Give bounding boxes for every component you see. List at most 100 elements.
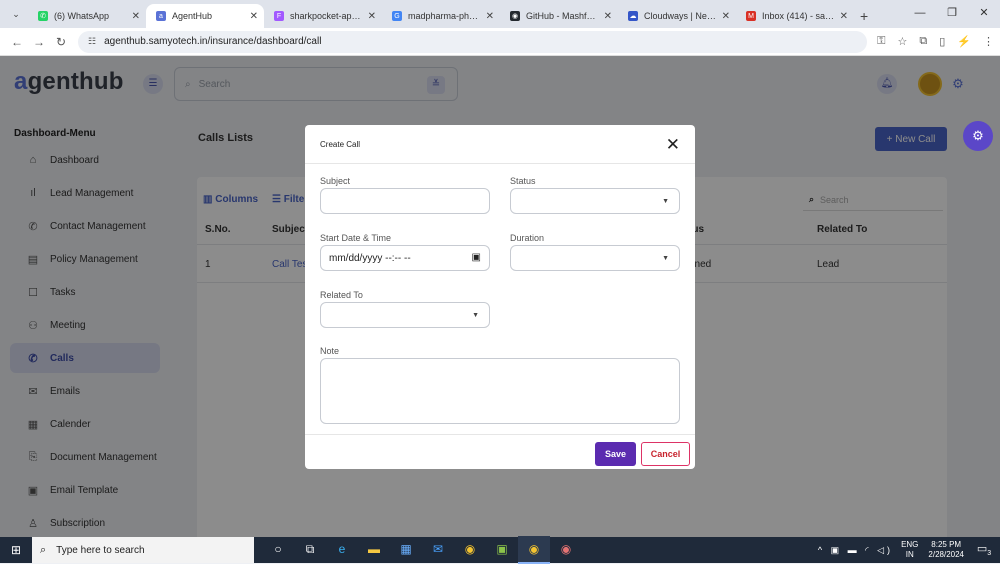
note-label: Note: [320, 346, 340, 356]
browser-tab[interactable]: a AgentHub ✕: [146, 4, 264, 28]
chrome-active-icon[interactable]: ◉: [518, 536, 550, 564]
chevron-down-icon: ▼: [662, 255, 669, 262]
url-field[interactable]: ☷ agenthub.samyotech.in/insurance/dashbo…: [78, 30, 868, 53]
calendar-icon[interactable]: ▣: [472, 252, 481, 263]
related-to-select[interactable]: ▼: [320, 302, 490, 328]
tab-title: Cloudways | Next-Ge: [644, 11, 718, 21]
tab-close-icon[interactable]: ✕: [840, 11, 848, 22]
tab-title: AgentHub: [172, 11, 213, 21]
tab-close-icon[interactable]: ✕: [250, 11, 258, 22]
related-to-label: Related To: [320, 290, 363, 300]
browser-tab[interactable]: ☁ Cloudways | Next-Ge ✕: [618, 4, 736, 28]
edge-icon[interactable]: e: [326, 536, 358, 564]
taskbar-search-placeholder: Type here to search: [56, 544, 145, 556]
address-bar-row: ← → ↻ ☷ agenthub.samyotech.in/insurance/…: [0, 28, 1000, 56]
window-controls: — ❐ ✕: [904, 0, 1000, 28]
duration-select[interactable]: ▼: [510, 245, 680, 271]
tab-title: madpharma-pharma: [408, 11, 482, 21]
chrome-icon[interactable]: ◉: [454, 536, 486, 564]
cancel-button[interactable]: Cancel: [641, 442, 690, 466]
browser-menu-icon[interactable]: ⋮: [983, 35, 994, 48]
reload-icon[interactable]: ↻: [50, 35, 72, 49]
chrome-profile-icon[interactable]: ◉: [550, 536, 582, 564]
mail-icon[interactable]: ✉: [422, 536, 454, 564]
start-datetime-label: Start Date & Time: [320, 233, 392, 243]
start-datetime-placeholder: mm/dd/yyyy --:-- --: [329, 252, 411, 264]
browser-tab-bar: ⌄ ✆ (6) WhatsApp ✕ a AgentHub ✕ Fsharkpocket-a…: [0, 0, 1000, 28]
browser-tab[interactable]: ◉ GitHub - Mashfooq/ ✕: [500, 4, 618, 28]
cortana-icon[interactable]: ○: [262, 536, 294, 564]
subject-label: Subject: [320, 176, 351, 186]
tab-close-icon[interactable]: ✕: [486, 11, 494, 22]
extensions-icon[interactable]: ⧉: [919, 35, 927, 48]
windows-taskbar: ⊞ ⌕ Type here to search ○ ⧉ e ▬ ▦ ✉ ◉ ▣ …: [0, 536, 1000, 564]
status-label: Status: [510, 176, 536, 186]
side-panel-icon[interactable]: ▯: [939, 35, 945, 48]
modal-header: Create Call ✕: [305, 125, 695, 164]
profile-extension-icon[interactable]: ⚡: [957, 35, 971, 48]
status-select[interactable]: ▼: [510, 188, 680, 214]
back-icon[interactable]: ←: [6, 35, 28, 49]
tab-favicon-icon: ✆: [38, 11, 48, 21]
tab-close-icon[interactable]: ✕: [368, 11, 376, 22]
site-info-icon[interactable]: ☷: [88, 36, 96, 47]
tab-favicon-icon: a: [156, 11, 166, 21]
bookmark-star-icon[interactable]: ☆: [898, 35, 908, 48]
clock[interactable]: 8:25 PM 2/28/2024: [928, 540, 964, 560]
clock-time: 8:25 PM: [931, 540, 962, 549]
close-icon[interactable]: ✕: [666, 136, 680, 153]
forward-icon[interactable]: →: [28, 35, 50, 49]
save-button[interactable]: Save: [595, 442, 636, 466]
tab-title: GitHub - Mashfooq/: [526, 11, 600, 21]
tab-favicon-icon: G: [392, 11, 402, 21]
browser-tab[interactable]: M Inbox (414) - samyo ✕: [736, 4, 854, 28]
tray-icons[interactable]: ^ ▣ ▬ ◜ ◁): [818, 545, 893, 556]
tab-favicon-icon: ◉: [510, 11, 520, 21]
tab-title: (6) WhatsApp: [54, 11, 110, 21]
tab-favicon-icon: ☁: [628, 11, 638, 21]
browser-tab[interactable]: ✆ (6) WhatsApp ✕: [28, 4, 146, 28]
system-tray: ^ ▣ ▬ ◜ ◁) ENG IN 8:25 PM 2/28/2024 ▭3: [818, 537, 1000, 563]
task-view-icon[interactable]: ⧉: [294, 536, 326, 564]
notif-count: 3: [987, 550, 992, 558]
chevron-down-icon: ▼: [662, 198, 669, 205]
lang-code: ENG: [901, 540, 919, 549]
tab-favicon-icon: F: [274, 11, 284, 21]
tab-search-chevron-icon[interactable]: ⌄: [4, 2, 28, 26]
chevron-down-icon: ▼: [472, 312, 479, 319]
note-textarea[interactable]: [320, 358, 680, 424]
taskbar-apps: ○ ⧉ e ▬ ▦ ✉ ◉ ▣ ◉ ◉: [262, 536, 582, 564]
modal-title: Create Call: [320, 139, 361, 149]
notification-center-icon[interactable]: ▭3: [974, 542, 994, 557]
tab-close-icon[interactable]: ✕: [604, 11, 612, 22]
create-call-modal: Create Call ✕ Subject Status ▼ Start Dat…: [305, 125, 695, 469]
restore-icon[interactable]: ❐: [936, 0, 968, 28]
url-text: agenthub.samyotech.in/insurance/dashboar…: [104, 36, 322, 47]
password-key-icon[interactable]: ⚿: [877, 35, 885, 48]
duration-label: Duration: [510, 233, 545, 243]
store-icon[interactable]: ▦: [390, 536, 422, 564]
windows-start-icon[interactable]: ⊞: [0, 543, 32, 557]
search-icon: ⌕: [40, 543, 47, 556]
tab-favicon-icon: M: [746, 11, 756, 21]
floating-settings-icon[interactable]: ⚙: [963, 121, 993, 151]
tab-close-icon[interactable]: ✕: [132, 11, 140, 22]
close-window-icon[interactable]: ✕: [968, 0, 1000, 28]
browser-tab[interactable]: Fsharkpocket-app (Co ✕: [264, 4, 382, 28]
tab-title: Inbox (414) - samyo: [762, 11, 836, 21]
minimize-icon[interactable]: —: [904, 0, 936, 28]
file-explorer-icon[interactable]: ▬: [358, 536, 390, 564]
tab-close-icon[interactable]: ✕: [722, 11, 730, 22]
taskbar-search-input[interactable]: ⌕ Type here to search: [32, 537, 254, 563]
browser-tab[interactable]: Gmadpharma-pharma ✕: [382, 4, 500, 28]
modal-footer: Save Cancel: [305, 434, 695, 469]
app-icon[interactable]: ▣: [486, 536, 518, 564]
tab-title: sharkpocket-app (Co: [290, 11, 364, 21]
subject-input[interactable]: [320, 188, 490, 214]
new-tab-button[interactable]: +: [860, 8, 868, 24]
language-indicator[interactable]: ENG IN: [901, 540, 918, 560]
tab-list: ✆ (6) WhatsApp ✕ a AgentHub ✕ Fsharkpocket-app…: [28, 4, 854, 28]
region-code: IN: [905, 550, 914, 559]
start-datetime-input[interactable]: mm/dd/yyyy --:-- -- ▣: [320, 245, 490, 271]
clock-date: 2/28/2024: [928, 550, 964, 559]
